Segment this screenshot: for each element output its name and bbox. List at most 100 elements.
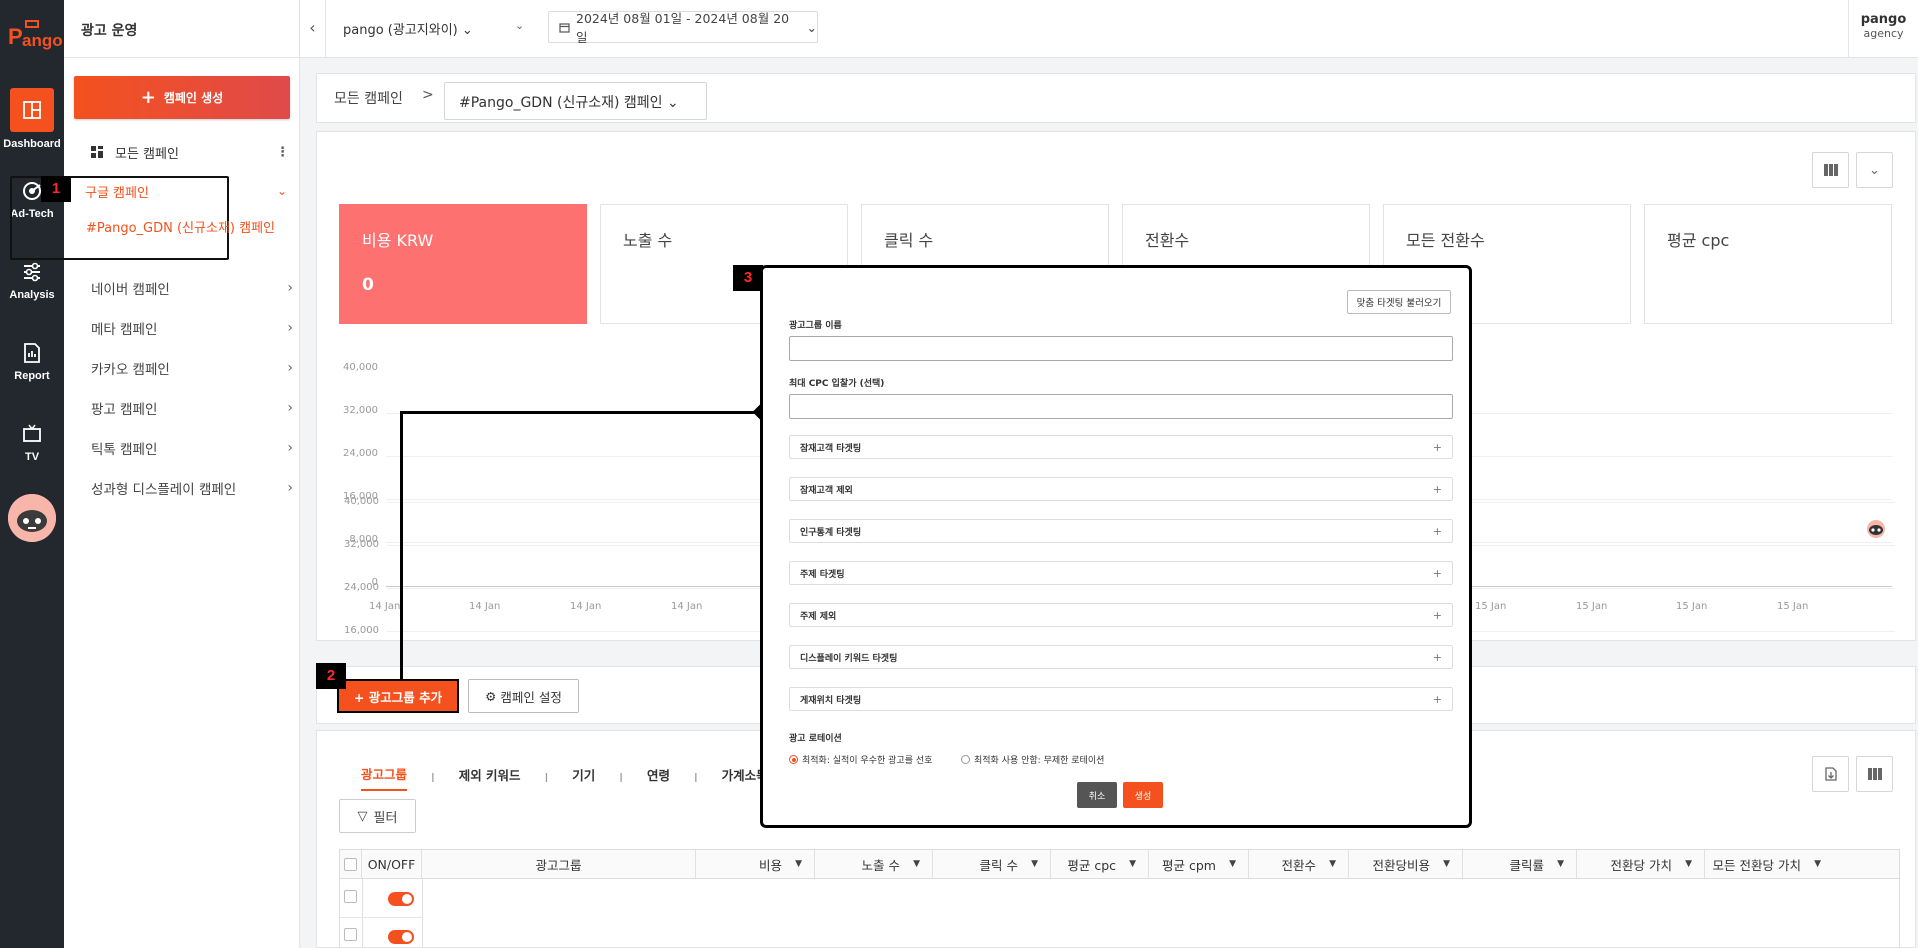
sidebar-item-tiktok[interactable]: 틱톡 캠페인 › [91, 428, 293, 468]
sidebar-item-naver[interactable]: 네이버 캠페인 › [91, 268, 293, 308]
campaign-settings-button[interactable]: ⚙ 캠페인 설정 [468, 679, 579, 713]
row-toggle[interactable] [388, 892, 414, 906]
rotation-option-optimize[interactable]: 최적화: 실적이 우수한 광고를 선호 [789, 753, 932, 766]
breadcrumb-all-campaigns[interactable]: 모든 캠페인 [334, 88, 403, 108]
expand-button[interactable]: ⌄ [1856, 152, 1893, 188]
load-custom-targeting-button[interactable]: 맞춤 타겟팅 불러오기 [1347, 290, 1451, 314]
accordion-display-keyword-targeting[interactable]: 디스플레이 키워드 타겟팅 + [789, 645, 1453, 669]
sidebar-title: 광고 운영 [64, 0, 299, 58]
kpi-value: 0 [362, 275, 374, 295]
columns-button[interactable] [1812, 152, 1849, 188]
rail-report[interactable]: Report [0, 342, 64, 382]
chevron-right-icon: › [287, 280, 293, 296]
robot-icon[interactable] [1863, 517, 1889, 539]
y-tick: 32,000 [343, 405, 378, 416]
create-campaign-button[interactable]: + 캠페인 생성 [74, 76, 290, 119]
column-avg-cpc[interactable]: 평균 cpc ▼ [1051, 850, 1149, 878]
accordion-label: 잠재고객 제외 [800, 485, 853, 496]
sidebar-item-kakao[interactable]: 카카오 캠페인 › [91, 348, 293, 388]
column-cost-per-conversion[interactable]: 전환당비용 ▼ [1349, 850, 1463, 878]
kpi-avg-cpc[interactable]: 평균 cpc [1644, 204, 1892, 324]
chevron-right-icon: › [287, 400, 293, 416]
y-tick: 0 [371, 577, 378, 588]
account-selector[interactable]: pango (광고지와이) ⌄ [343, 19, 473, 38]
accordion-demographic-targeting[interactable]: 인구통계 타겟팅 + [789, 519, 1453, 543]
sidebar-item-meta[interactable]: 메타 캠페인 › [91, 308, 293, 348]
max-cpc-input[interactable] [789, 394, 1453, 419]
y-tick: 24,000 [343, 448, 378, 459]
mascot-avatar[interactable] [8, 494, 56, 542]
agency-name: pango [1860, 12, 1907, 27]
sidebar-item-google[interactable]: 구글 캠페인 ⌄ [85, 181, 287, 201]
collapse-sidebar-button[interactable]: ‹ [300, 0, 326, 58]
select-all-checkbox[interactable] [344, 857, 357, 871]
tab-divider: I [431, 770, 435, 785]
x-tick: 15 Jan [1777, 601, 1809, 612]
table-header: ON/OFF 광고그룹 비용 ▼ 노출 수 ▼ 클릭 수 ▼ 평균 cpc ▼ 평균 c… [339, 849, 1900, 879]
row-checkbox[interactable] [344, 890, 357, 903]
campaign-selector[interactable]: #Pango_GDN (신규소재) 캠페인 ⌄ [444, 82, 707, 120]
column-impressions[interactable]: 노출 수 ▼ [815, 850, 933, 878]
column-clicks[interactable]: 클릭 수 ▼ [933, 850, 1051, 878]
rotation-option-unlimited[interactable]: 최적화 사용 안함: 무제한 로테이션 [961, 753, 1104, 766]
column-avg-cpm[interactable]: 평균 cpm ▼ [1149, 850, 1249, 878]
modal-create-button[interactable]: 생성 [1123, 782, 1163, 808]
accordion-audience-targeting[interactable]: 잠재고객 타겟팅 + [789, 435, 1453, 459]
column-conversions[interactable]: 전환수 ▼ [1249, 850, 1349, 878]
download-icon [1824, 767, 1837, 781]
accordion-topic-targeting[interactable]: 주제 타겟팅 + [789, 561, 1453, 585]
rail-tv[interactable]: TV [0, 423, 64, 463]
sidebar-item-display[interactable]: 성과형 디스플레이 캠페인 › [91, 468, 293, 508]
sort-icon: ▼ [1031, 859, 1038, 869]
accordion-placement-targeting[interactable]: 게재위치 타겟팅 + [789, 687, 1453, 711]
sidebar-subitem-pango-gdn[interactable]: #Pango_GDN (신규소재) 캠페인 [86, 220, 284, 238]
kebab-menu-icon[interactable]: ⋮ [276, 145, 289, 160]
account-label: pango (광고지와이) [343, 23, 458, 38]
table-columns-button[interactable] [1856, 756, 1893, 792]
chevron-down-icon: ⌄ [1869, 162, 1880, 178]
column-cost[interactable]: 비용 ▼ [696, 850, 815, 878]
agency-profile[interactable]: pango agency [1848, 0, 1918, 58]
x-tick: 14 Jan [671, 601, 703, 612]
rail-dashboard[interactable]: Dashboard [0, 88, 64, 150]
sidebar-item-all-campaigns[interactable]: 모든 캠페인 ⋮ [91, 141, 289, 163]
ad-group-name-input[interactable] [789, 336, 1453, 361]
tab-device[interactable]: 기기 [572, 765, 619, 790]
column-ctr[interactable]: 클릭률 ▼ [1463, 850, 1577, 878]
x-tick: 15 Jan [1475, 601, 1507, 612]
tab-age[interactable]: 연령 [647, 765, 694, 790]
top-header: ‹ pango (광고지와이) ⌄ ⌄ 2024년 08월 01일 - 2024… [300, 0, 1918, 58]
dashboard-icon [10, 88, 54, 132]
sidebar-item-pango[interactable]: 팡고 캠페인 › [91, 388, 293, 428]
chevron-down-icon[interactable]: ⌄ [515, 19, 524, 32]
column-onoff[interactable]: ON/OFF [362, 850, 422, 878]
report-icon [24, 343, 40, 363]
accordion-audience-exclusion[interactable]: 잠재고객 제외 + [789, 477, 1453, 501]
download-button[interactable] [1812, 756, 1849, 792]
ad-group-name-label: 광고그룹 이름 [789, 321, 842, 331]
filter-icon: ▽ [357, 808, 368, 824]
sidebar-item-label: 카카오 캠페인 [91, 362, 170, 378]
radio-unselected [961, 755, 970, 764]
plus-icon: + [1432, 524, 1442, 538]
tab-negative-keywords[interactable]: 제외 키워드 [459, 765, 545, 790]
rail-analysis[interactable]: Analysis [0, 261, 64, 301]
rail-label: Dashboard [3, 138, 61, 150]
accordion-topic-exclusion[interactable]: 주제 제외 + [789, 603, 1453, 627]
annotation-connector [400, 412, 403, 680]
date-range-picker[interactable]: 2024년 08월 01일 - 2024년 08월 20일 ⌄ [548, 11, 818, 45]
column-all-conv-value[interactable]: 모든 전환당 가치 ▼ [1705, 850, 1833, 878]
kpi-label: 노출 수 [623, 231, 673, 250]
column-conv-value[interactable]: 전환당 가치 ▼ [1577, 850, 1705, 878]
row-toggle[interactable] [388, 930, 414, 944]
y-tick: 16,000 [343, 491, 378, 502]
kpi-label: 전환수 [1145, 231, 1190, 250]
kpi-cost[interactable]: 비용 KRW 0 [339, 204, 587, 324]
column-ad-group[interactable]: 광고그룹 [422, 850, 696, 878]
pango-logo[interactable]: P ango [6, 12, 63, 52]
tab-ad-group[interactable]: 광고그룹 [361, 764, 408, 791]
modal-cancel-button[interactable]: 취소 [1077, 782, 1117, 808]
filter-button[interactable]: ▽ 필터 [339, 799, 416, 833]
add-ad-group-button[interactable]: + 광고그룹 추가 [337, 679, 459, 713]
row-checkbox[interactable] [344, 928, 357, 941]
